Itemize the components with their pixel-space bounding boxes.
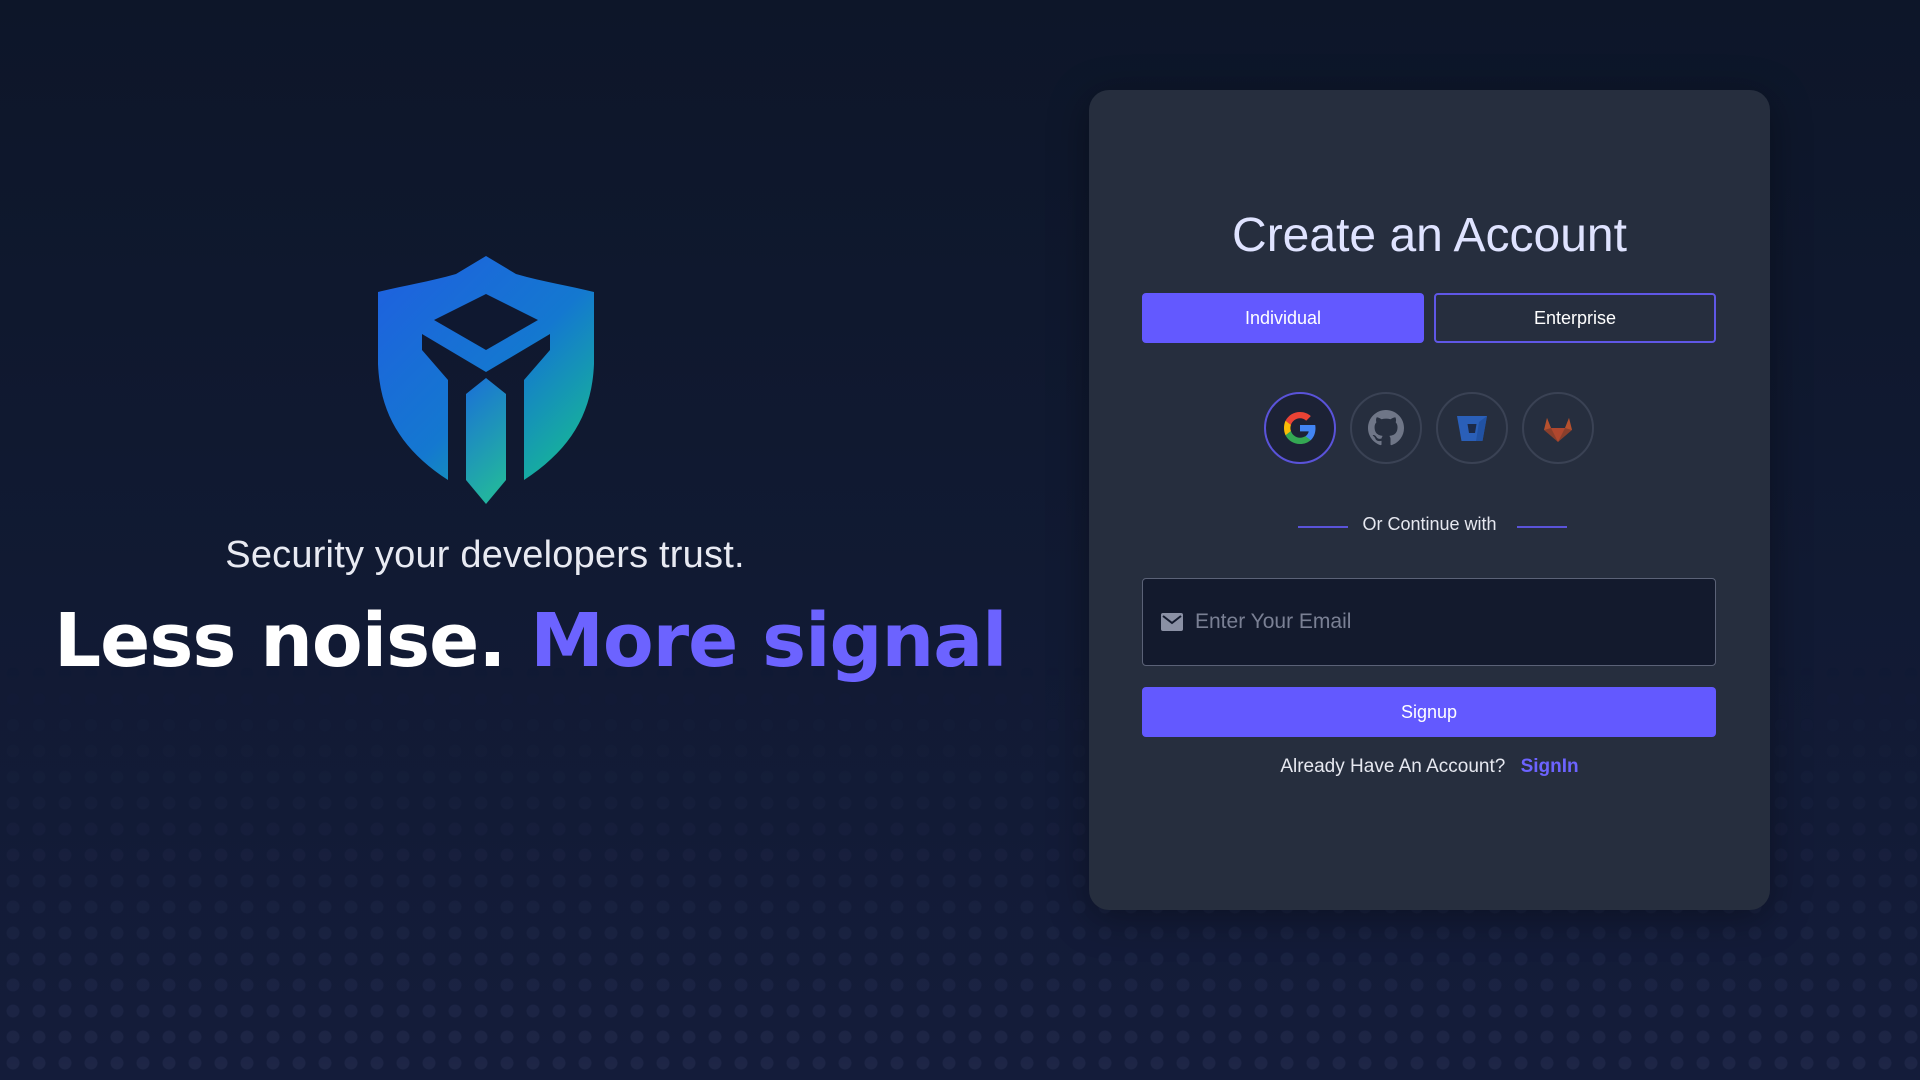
signup-button[interactable]: Signup	[1142, 687, 1716, 737]
signin-link[interactable]: SignIn	[1521, 756, 1579, 777]
headline-part-1: Less noise.	[54, 598, 506, 684]
headline-part-2: More signal	[530, 598, 1007, 684]
shield-m-logo-icon	[374, 254, 598, 506]
github-icon	[1368, 410, 1404, 446]
divider-line-right	[1517, 526, 1567, 528]
bitbucket-icon	[1457, 416, 1487, 441]
brand-headline: Less noise. More signal	[54, 598, 1008, 684]
signup-card: Create an Account Individual Enterprise	[1089, 90, 1770, 910]
social-login-row	[1089, 392, 1770, 464]
signin-prompt-row: Already Have An Account? SignIn	[1089, 756, 1770, 778]
tab-individual[interactable]: Individual	[1142, 293, 1424, 343]
bitbucket-login-button[interactable]	[1436, 392, 1508, 464]
tab-individual-label: Individual	[1244, 307, 1322, 328]
mail-icon	[1161, 613, 1183, 631]
gitlab-login-button[interactable]	[1522, 392, 1594, 464]
google-icon	[1284, 412, 1316, 444]
email-field[interactable]	[1142, 578, 1716, 666]
gitlab-icon	[1544, 418, 1572, 442]
signin-prompt-text: Already Have An Account?	[1280, 756, 1506, 777]
card-title: Create an Account	[1232, 209, 1627, 262]
tab-enterprise-label: Enterprise	[1533, 307, 1617, 328]
account-type-tabs: Individual Enterprise	[1142, 293, 1716, 343]
google-login-button[interactable]	[1264, 392, 1336, 464]
tab-enterprise[interactable]: Enterprise	[1434, 293, 1716, 343]
email-input[interactable]	[1193, 601, 1715, 643]
github-login-button[interactable]	[1350, 392, 1422, 464]
or-continue-divider: Or Continue with	[1089, 514, 1770, 538]
divider-text: Or Continue with	[1362, 514, 1497, 534]
brand-tagline: Security your developers trust.	[225, 534, 745, 576]
